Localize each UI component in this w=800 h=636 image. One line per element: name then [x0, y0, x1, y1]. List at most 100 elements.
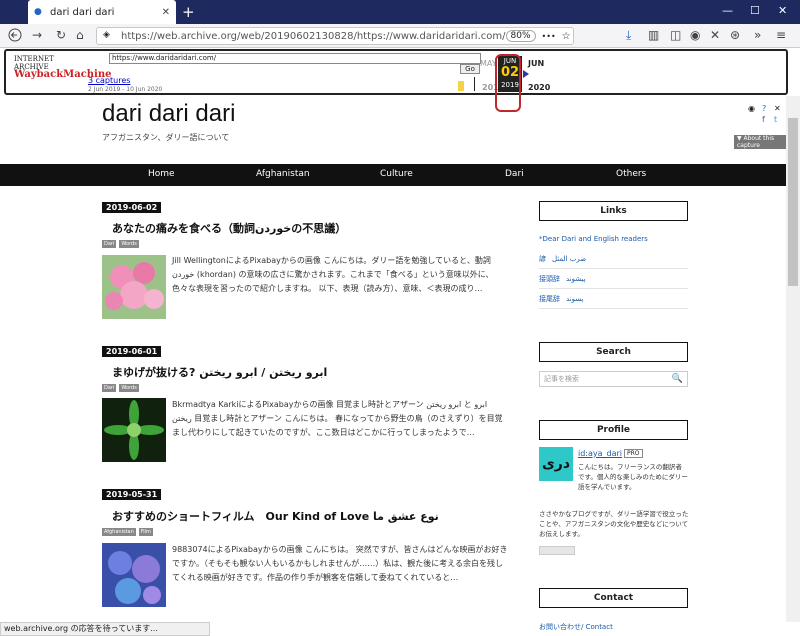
- main-menu: Home Afghanistan Culture Dari Others: [0, 164, 786, 186]
- tag[interactable]: Film: [138, 528, 153, 536]
- menu-item-others[interactable]: Others: [616, 169, 646, 179]
- tag[interactable]: Dari: [102, 240, 117, 248]
- captures-range: 2 Jun 2019 - 10 Jun 2020: [88, 86, 163, 93]
- tag[interactable]: Afghanistan: [102, 528, 136, 536]
- search-input[interactable]: 記事を検索 🔍: [539, 371, 688, 387]
- favicon-icon: ●: [34, 7, 42, 17]
- back-icon: [8, 28, 22, 42]
- back-button[interactable]: [8, 28, 22, 45]
- post-title[interactable]: おすすめのショートフィルム Our Kind of Love نوع عشق م…: [112, 508, 439, 524]
- captures-link[interactable]: 3 captures: [88, 76, 130, 85]
- menu-item-dari[interactable]: Dari: [505, 169, 524, 179]
- annotation-highlight: [495, 54, 521, 112]
- about-capture-button[interactable]: ▼ About this capture: [734, 135, 786, 149]
- menu-icon[interactable]: ≡: [776, 28, 786, 42]
- link-fa[interactable]: ضرب المثل: [552, 255, 586, 263]
- close-toolbar-icon[interactable]: ✕: [774, 104, 781, 113]
- next-year-link[interactable]: 2020: [528, 83, 550, 92]
- new-tab-button[interactable]: +: [182, 3, 195, 21]
- go-button[interactable]: Go: [460, 64, 480, 74]
- post-excerpt: Bkrmadtya KarkiによるPixabayからの画像 目覚まし時計とアザ…: [172, 400, 503, 437]
- navigation-toolbar: → ↻ ⌂ ◈ https://web.archive.org/web/2019…: [0, 24, 800, 48]
- overflow-icon[interactable]: »: [754, 28, 761, 42]
- post-title[interactable]: まゆげが抜ける? ابرو ریختن / ابرو ریختن: [112, 364, 327, 380]
- account-icon[interactable]: ◉: [690, 28, 700, 42]
- twitter-icon[interactable]: t: [774, 115, 777, 124]
- next-month-link[interactable]: JUN: [528, 59, 544, 68]
- sidebar-icon[interactable]: ◫: [670, 28, 681, 42]
- link-ja[interactable]: 接尾辞: [539, 295, 560, 303]
- site-description: アフガニスタン、ダリー語について: [102, 133, 230, 142]
- link-fa[interactable]: پسوند: [566, 295, 583, 303]
- next-capture-arrow-icon[interactable]: [523, 70, 529, 78]
- links-widget-title: Links: [539, 201, 688, 221]
- tab-title: dari dari dari: [50, 6, 115, 18]
- window-titlebar: ● dari dari dari ✕ + — ☐ ✕: [0, 0, 800, 24]
- page-actions-icon[interactable]: •••: [542, 32, 556, 41]
- menu-item-culture[interactable]: Culture: [380, 169, 413, 179]
- post-date: 2019-06-02: [102, 202, 162, 213]
- tag[interactable]: Dari: [102, 384, 117, 392]
- status-bar: web.archive.org の応答を待っています...: [0, 622, 210, 636]
- minimize-button[interactable]: —: [722, 4, 733, 17]
- tag[interactable]: Words: [119, 384, 139, 392]
- post-excerpt: 9883074によるPixabayからの画像 こんにちは。 突然ですが、皆さんは…: [172, 545, 508, 582]
- wayback-logo[interactable]: INTERNET ARCHIVE WaybackMachine: [14, 55, 111, 80]
- tab-close-icon[interactable]: ✕: [162, 7, 170, 18]
- search-placeholder: 記事を検索: [544, 375, 579, 383]
- menu-item-home[interactable]: Home: [148, 169, 175, 179]
- contact-link[interactable]: お問い合わせ/ Contact: [539, 622, 613, 632]
- forward-icon[interactable]: →: [32, 28, 42, 42]
- wayback-url-input[interactable]: https://www.daridaridari.com/: [109, 53, 481, 64]
- link-ja[interactable]: 接頭辞: [539, 275, 560, 283]
- pro-badge: PRO: [624, 449, 643, 458]
- link-row[interactable]: 接頭辞 پیشوند: [539, 274, 688, 289]
- zoom-level[interactable]: 80%: [505, 30, 536, 42]
- site-title[interactable]: dari dari dari: [102, 100, 235, 128]
- menu-item-afghanistan[interactable]: Afghanistan: [256, 169, 310, 179]
- maximize-button[interactable]: ☐: [750, 4, 760, 17]
- page-scrollbar[interactable]: [786, 96, 800, 622]
- facebook-icon[interactable]: f: [762, 115, 765, 124]
- post-thumbnail-image[interactable]: [102, 398, 166, 462]
- post-date: 2019-06-01: [102, 346, 162, 357]
- links-intro-link[interactable]: *Dear Dari and English readers: [539, 235, 648, 243]
- library-icon[interactable]: ▥: [648, 28, 659, 42]
- logo-main-text: WaybackMachine: [14, 69, 112, 80]
- close-window-button[interactable]: ✕: [778, 4, 787, 17]
- contact-widget-title: Contact: [539, 588, 688, 608]
- follow-button[interactable]: [539, 546, 575, 555]
- tag[interactable]: Words: [119, 240, 139, 248]
- link-row[interactable]: 接尾辞 پسوند: [539, 294, 688, 309]
- link-fa[interactable]: پیشوند: [566, 275, 586, 283]
- post-tags: Dari Words: [102, 240, 139, 248]
- avatar[interactable]: دری: [539, 447, 573, 481]
- link-row[interactable]: 諺 ضرب المثل: [539, 254, 688, 269]
- profile-widget-title: Profile: [539, 420, 688, 440]
- search-icon[interactable]: 🔍: [672, 372, 683, 386]
- url-text: https://web.archive.org/web/201906021308…: [121, 30, 506, 42]
- shield-icon: ◈: [103, 30, 110, 40]
- post-title[interactable]: あなたの痛みを食べる（動詞خوردنの不思議）: [112, 220, 346, 236]
- link-ja[interactable]: 諺: [539, 255, 546, 263]
- profile-name-link[interactable]: id:aya_dari: [578, 449, 622, 458]
- user-icon[interactable]: ◉: [748, 104, 755, 113]
- post-date: 2019-05-31: [102, 489, 162, 500]
- post-excerpt: Jill WellingtonによるPixabayからの画像 こんにちは。ダリー…: [172, 256, 494, 293]
- address-bar[interactable]: ◈ https://web.archive.org/web/2019060213…: [96, 27, 574, 45]
- extension-icon[interactable]: ⊛: [730, 28, 740, 42]
- scrollbar-thumb[interactable]: [788, 118, 798, 286]
- reload-icon[interactable]: ↻: [56, 28, 66, 42]
- star-icon[interactable]: ☆: [562, 31, 571, 42]
- home-icon[interactable]: ⌂: [76, 28, 84, 42]
- download-icon[interactable]: ⤓: [626, 28, 631, 43]
- sparkline-tick: [474, 77, 475, 91]
- post-tags: Afghanistan Film: [102, 528, 153, 536]
- browser-tab[interactable]: ● dari dari dari ✕: [28, 0, 176, 24]
- help-icon[interactable]: ?: [762, 104, 766, 113]
- close-icon[interactable]: ✕: [710, 28, 720, 42]
- search-widget-title: Search: [539, 342, 688, 362]
- post-thumbnail-image[interactable]: [102, 543, 166, 607]
- profile-text: こんにちは。フリーランスの翻訳者です。個人的な楽しみのためにダリー語を学んでいま…: [578, 463, 688, 491]
- post-thumbnail-image[interactable]: [102, 255, 166, 319]
